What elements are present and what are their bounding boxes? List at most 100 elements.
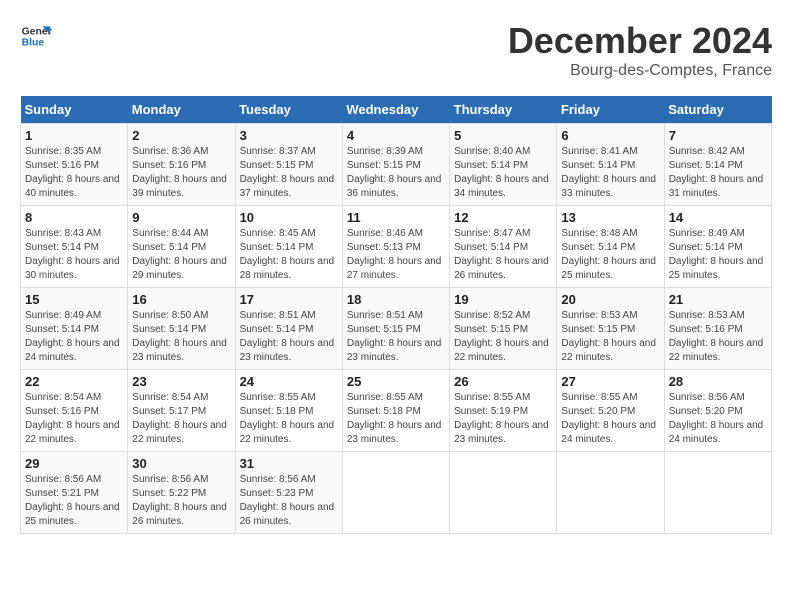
- day-cell: 10Sunrise: 8:45 AM Sunset: 5:14 PM Dayli…: [235, 206, 342, 288]
- day-cell: 21 Sunrise: 8:53 AM Sunset: 5:16 PM Dayli…: [664, 288, 771, 370]
- day-cell: 16 Sunrise: 8:50 AM Sunset: 5:14 PM Dayli…: [128, 288, 235, 370]
- day-cell: 24 Sunrise: 8:55 AM Sunset: 5:18 PM Dayli…: [235, 370, 342, 452]
- day-cell: 18 Sunrise: 8:51 AM Sunset: 5:15 PM Dayli…: [342, 288, 449, 370]
- calendar-row: 15 Sunrise: 8:49 AM Sunset: 5:14 PM Dayli…: [21, 288, 772, 370]
- day-number: 20: [561, 292, 659, 307]
- day-cell: 3Sunrise: 8:37 AM Sunset: 5:15 PM Daylig…: [235, 124, 342, 206]
- day-info: Sunrise: 8:47 AM Sunset: 5:14 PM Dayligh…: [454, 227, 552, 283]
- day-cell: 31 Sunrise: 8:56 AM Sunset: 5:23 PM Dayli…: [235, 452, 342, 534]
- calendar-row: 8 Sunrise: 8:43 AM Sunset: 5:14 PM Daylig…: [21, 206, 772, 288]
- day-info: Sunrise: 8:52 AM Sunset: 5:15 PM Dayligh…: [454, 309, 552, 365]
- day-number: 21: [669, 292, 767, 307]
- day-cell: 13 Sunrise: 8:48 AM Sunset: 5:14 PM Dayli…: [557, 206, 664, 288]
- day-cell: 30 Sunrise: 8:56 AM Sunset: 5:22 PM Dayli…: [128, 452, 235, 534]
- day-cell: 9 Sunrise: 8:44 AM Sunset: 5:14 PM Daylig…: [128, 206, 235, 288]
- calendar-row: 29Sunrise: 8:56 AM Sunset: 5:21 PM Dayli…: [21, 452, 772, 534]
- day-number: 1: [25, 128, 123, 143]
- day-number: 19: [454, 292, 552, 307]
- col-saturday: Saturday: [664, 96, 771, 124]
- day-number: 25: [347, 374, 445, 389]
- col-thursday: Thursday: [450, 96, 557, 124]
- day-info: Sunrise: 8:36 AM Sunset: 5:16 PM Dayligh…: [132, 145, 230, 201]
- day-number: 9: [132, 210, 230, 225]
- day-cell: 26 Sunrise: 8:55 AM Sunset: 5:19 PM Dayli…: [450, 370, 557, 452]
- day-number: 6: [561, 128, 659, 143]
- day-info: Sunrise: 8:41 AM Sunset: 5:14 PM Dayligh…: [561, 145, 659, 201]
- empty-cell: [342, 452, 449, 534]
- day-number: 11: [347, 210, 445, 225]
- day-cell: 11 Sunrise: 8:46 AM Sunset: 5:13 PM Dayli…: [342, 206, 449, 288]
- day-cell: 19 Sunrise: 8:52 AM Sunset: 5:15 PM Dayli…: [450, 288, 557, 370]
- day-info: Sunrise: 8:55 AM Sunset: 5:18 PM Dayligh…: [240, 391, 338, 447]
- day-number: 30: [132, 456, 230, 471]
- day-cell: 4Sunrise: 8:39 AM Sunset: 5:15 PM Daylig…: [342, 124, 449, 206]
- day-number: 17: [240, 292, 338, 307]
- day-cell: 12Sunrise: 8:47 AM Sunset: 5:14 PM Dayli…: [450, 206, 557, 288]
- day-number: 18: [347, 292, 445, 307]
- day-cell: 14Sunrise: 8:49 AM Sunset: 5:14 PM Dayli…: [664, 206, 771, 288]
- empty-cell: [450, 452, 557, 534]
- day-info: Sunrise: 8:46 AM Sunset: 5:13 PM Dayligh…: [347, 227, 445, 283]
- day-info: Sunrise: 8:48 AM Sunset: 5:14 PM Dayligh…: [561, 227, 659, 283]
- day-cell: 1Sunrise: 8:35 AM Sunset: 5:16 PM Daylig…: [21, 124, 128, 206]
- day-info: Sunrise: 8:43 AM Sunset: 5:14 PM Dayligh…: [25, 227, 123, 283]
- day-info: Sunrise: 8:56 AM Sunset: 5:21 PM Dayligh…: [25, 473, 123, 529]
- day-number: 14: [669, 210, 767, 225]
- day-info: Sunrise: 8:54 AM Sunset: 5:16 PM Dayligh…: [25, 391, 123, 447]
- day-number: 26: [454, 374, 552, 389]
- day-cell: 8 Sunrise: 8:43 AM Sunset: 5:14 PM Daylig…: [21, 206, 128, 288]
- month-title: December 2024: [508, 20, 772, 62]
- day-info: Sunrise: 8:53 AM Sunset: 5:16 PM Dayligh…: [669, 309, 767, 365]
- day-cell: 25 Sunrise: 8:55 AM Sunset: 5:18 PM Dayli…: [342, 370, 449, 452]
- day-cell: 15 Sunrise: 8:49 AM Sunset: 5:14 PM Dayli…: [21, 288, 128, 370]
- day-number: 27: [561, 374, 659, 389]
- day-info: Sunrise: 8:54 AM Sunset: 5:17 PM Dayligh…: [132, 391, 230, 447]
- day-cell: 20Sunrise: 8:53 AM Sunset: 5:15 PM Dayli…: [557, 288, 664, 370]
- col-friday: Friday: [557, 96, 664, 124]
- day-cell: 28 Sunrise: 8:56 AM Sunset: 5:20 PM Dayli…: [664, 370, 771, 452]
- day-number: 13: [561, 210, 659, 225]
- day-number: 22: [25, 374, 123, 389]
- empty-cell: [664, 452, 771, 534]
- header-row: Sunday Monday Tuesday Wednesday Thursday…: [21, 96, 772, 124]
- day-cell: 7Sunrise: 8:42 AM Sunset: 5:14 PM Daylig…: [664, 124, 771, 206]
- calendar-row: 22 Sunrise: 8:54 AM Sunset: 5:16 PM Dayli…: [21, 370, 772, 452]
- day-number: 16: [132, 292, 230, 307]
- day-info: Sunrise: 8:55 AM Sunset: 5:20 PM Dayligh…: [561, 391, 659, 447]
- day-number: 31: [240, 456, 338, 471]
- calendar-table: Sunday Monday Tuesday Wednesday Thursday…: [20, 96, 772, 534]
- day-cell: 6 Sunrise: 8:41 AM Sunset: 5:14 PM Daylig…: [557, 124, 664, 206]
- day-cell: 22 Sunrise: 8:54 AM Sunset: 5:16 PM Dayli…: [21, 370, 128, 452]
- day-number: 8: [25, 210, 123, 225]
- day-info: Sunrise: 8:55 AM Sunset: 5:18 PM Dayligh…: [347, 391, 445, 447]
- day-info: Sunrise: 8:49 AM Sunset: 5:14 PM Dayligh…: [25, 309, 123, 365]
- day-number: 15: [25, 292, 123, 307]
- day-cell: 29Sunrise: 8:56 AM Sunset: 5:21 PM Dayli…: [21, 452, 128, 534]
- day-info: Sunrise: 8:40 AM Sunset: 5:14 PM Dayligh…: [454, 145, 552, 201]
- day-number: 5: [454, 128, 552, 143]
- col-wednesday: Wednesday: [342, 96, 449, 124]
- day-number: 28: [669, 374, 767, 389]
- empty-cell: [557, 452, 664, 534]
- day-info: Sunrise: 8:37 AM Sunset: 5:15 PM Dayligh…: [240, 145, 338, 201]
- day-cell: 5 Sunrise: 8:40 AM Sunset: 5:14 PM Daylig…: [450, 124, 557, 206]
- title-area: December 2024 Bourg-des-Comptes, France: [508, 20, 772, 80]
- day-number: 24: [240, 374, 338, 389]
- day-cell: 23 Sunrise: 8:54 AM Sunset: 5:17 PM Dayli…: [128, 370, 235, 452]
- day-info: Sunrise: 8:56 AM Sunset: 5:20 PM Dayligh…: [669, 391, 767, 447]
- calendar-row: 1Sunrise: 8:35 AM Sunset: 5:16 PM Daylig…: [21, 124, 772, 206]
- day-info: Sunrise: 8:56 AM Sunset: 5:23 PM Dayligh…: [240, 473, 338, 529]
- day-number: 7: [669, 128, 767, 143]
- day-number: 23: [132, 374, 230, 389]
- day-number: 4: [347, 128, 445, 143]
- day-info: Sunrise: 8:56 AM Sunset: 5:22 PM Dayligh…: [132, 473, 230, 529]
- day-cell: 17Sunrise: 8:51 AM Sunset: 5:14 PM Dayli…: [235, 288, 342, 370]
- day-cell: 27 Sunrise: 8:55 AM Sunset: 5:20 PM Dayli…: [557, 370, 664, 452]
- day-cell: 2Sunrise: 8:36 AM Sunset: 5:16 PM Daylig…: [128, 124, 235, 206]
- day-info: Sunrise: 8:51 AM Sunset: 5:15 PM Dayligh…: [347, 309, 445, 365]
- day-info: Sunrise: 8:44 AM Sunset: 5:14 PM Dayligh…: [132, 227, 230, 283]
- svg-text:Blue: Blue: [22, 38, 45, 49]
- header: General Blue December 2024 Bourg-des-Com…: [20, 20, 772, 80]
- day-info: Sunrise: 8:50 AM Sunset: 5:14 PM Dayligh…: [132, 309, 230, 365]
- day-info: Sunrise: 8:55 AM Sunset: 5:19 PM Dayligh…: [454, 391, 552, 447]
